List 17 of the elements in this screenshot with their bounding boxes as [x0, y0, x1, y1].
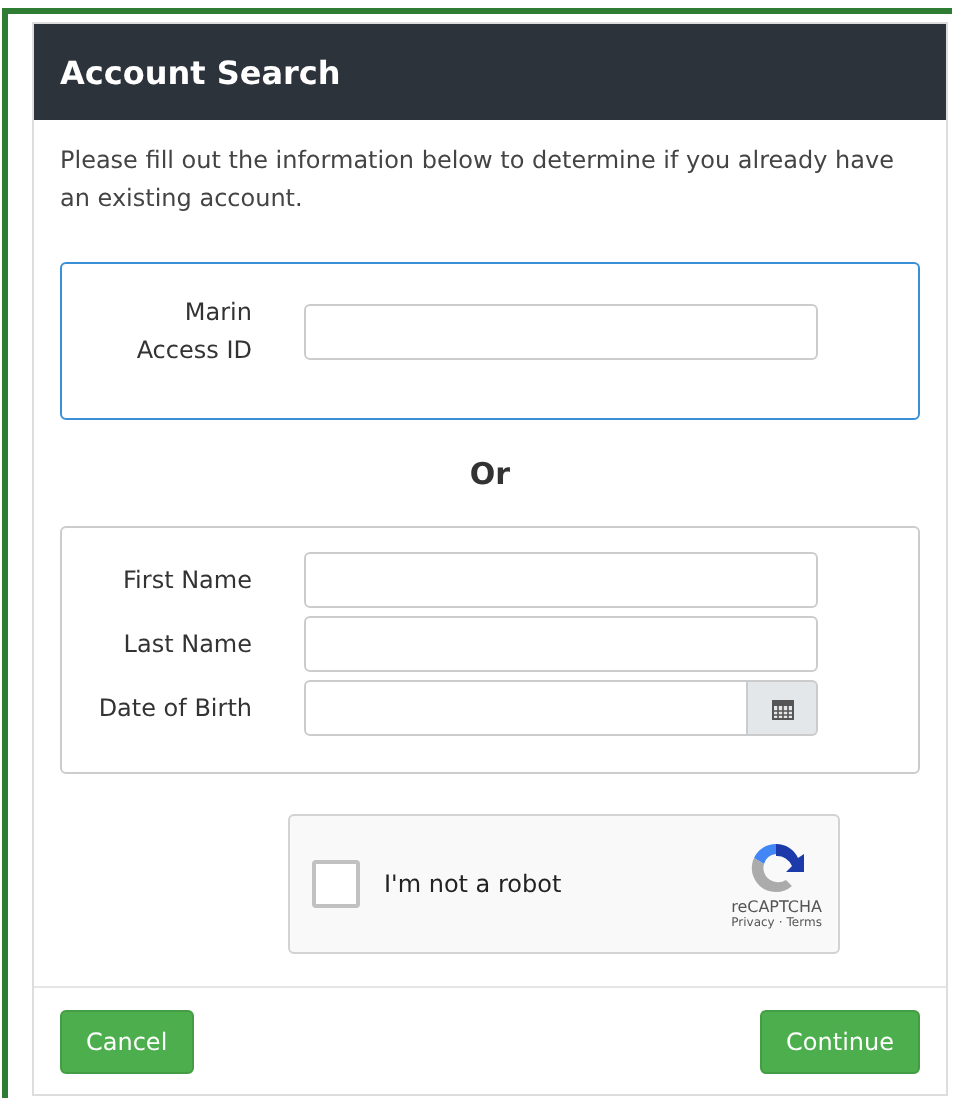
calendar-button[interactable] — [748, 680, 818, 736]
field-label: Marin Access ID — [134, 296, 254, 368]
robot-label: I'm not a robot — [384, 870, 564, 898]
recaptcha-label: reCAPTCHA — [731, 898, 822, 916]
text-field[interactable] — [304, 616, 818, 672]
robot-checkbox[interactable] — [312, 860, 360, 908]
text-field[interactable] — [304, 552, 818, 608]
or-separator: Or — [467, 454, 513, 496]
calendar-icon — [771, 697, 793, 719]
field-label: Date of Birth — [96, 691, 254, 725]
date-field[interactable] — [304, 680, 818, 736]
dialog-title: Account Search — [60, 53, 341, 91]
field-label: Last Name — [121, 627, 254, 661]
recaptcha-logo-icon — [746, 838, 807, 898]
field-label: First Name — [121, 563, 254, 597]
intro-text: Please fill out the information below to determine if you already have an existing account. — [60, 144, 896, 216]
text-field[interactable] — [304, 304, 818, 360]
